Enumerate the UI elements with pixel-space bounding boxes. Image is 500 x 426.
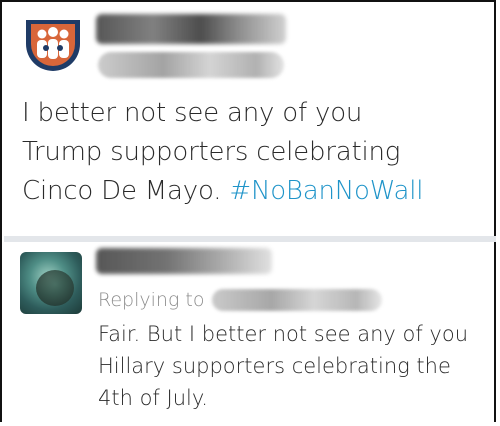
reply-text-line: Hillary supporters celebrating the [98, 354, 451, 378]
people-group-logo-icon[interactable] [22, 16, 84, 78]
redacted-display-name[interactable] [96, 248, 272, 274]
hashtag-link[interactable]: #NoBanNoWall [229, 176, 423, 206]
tweet-text-segment: Cinco De Mayo. [22, 176, 222, 206]
avatar[interactable] [20, 252, 82, 314]
redacted-username[interactable] [212, 289, 383, 311]
redacted-username[interactable] [98, 52, 284, 78]
tweet-text: I better not see any of you Trump suppor… [22, 94, 486, 211]
original-tweet: I better not see any of you Trump suppor… [2, 2, 494, 236]
tweet-text-line: Trump supporters celebrating [22, 137, 401, 167]
replying-to-row: Replying to [98, 286, 383, 314]
reply-text-line: 4th of July. [98, 386, 208, 410]
reply-text-line: Fair. But I better not see any of you [98, 322, 469, 346]
reply-text: Fair. But I better not see any of you Hi… [98, 318, 488, 414]
screenshot-frame: I better not see any of you Trump suppor… [0, 0, 496, 424]
reply-tweet: Replying to Fair. But I better not see a… [2, 242, 494, 424]
tweet-text-line: I better not see any of you [22, 98, 363, 128]
avatar-photo-shape [36, 270, 74, 306]
redacted-display-name[interactable] [96, 14, 286, 44]
replying-to-label: Replying to [98, 289, 205, 311]
tweet-text-line: Cinco De Mayo. #NoBanNoWall [22, 172, 486, 211]
